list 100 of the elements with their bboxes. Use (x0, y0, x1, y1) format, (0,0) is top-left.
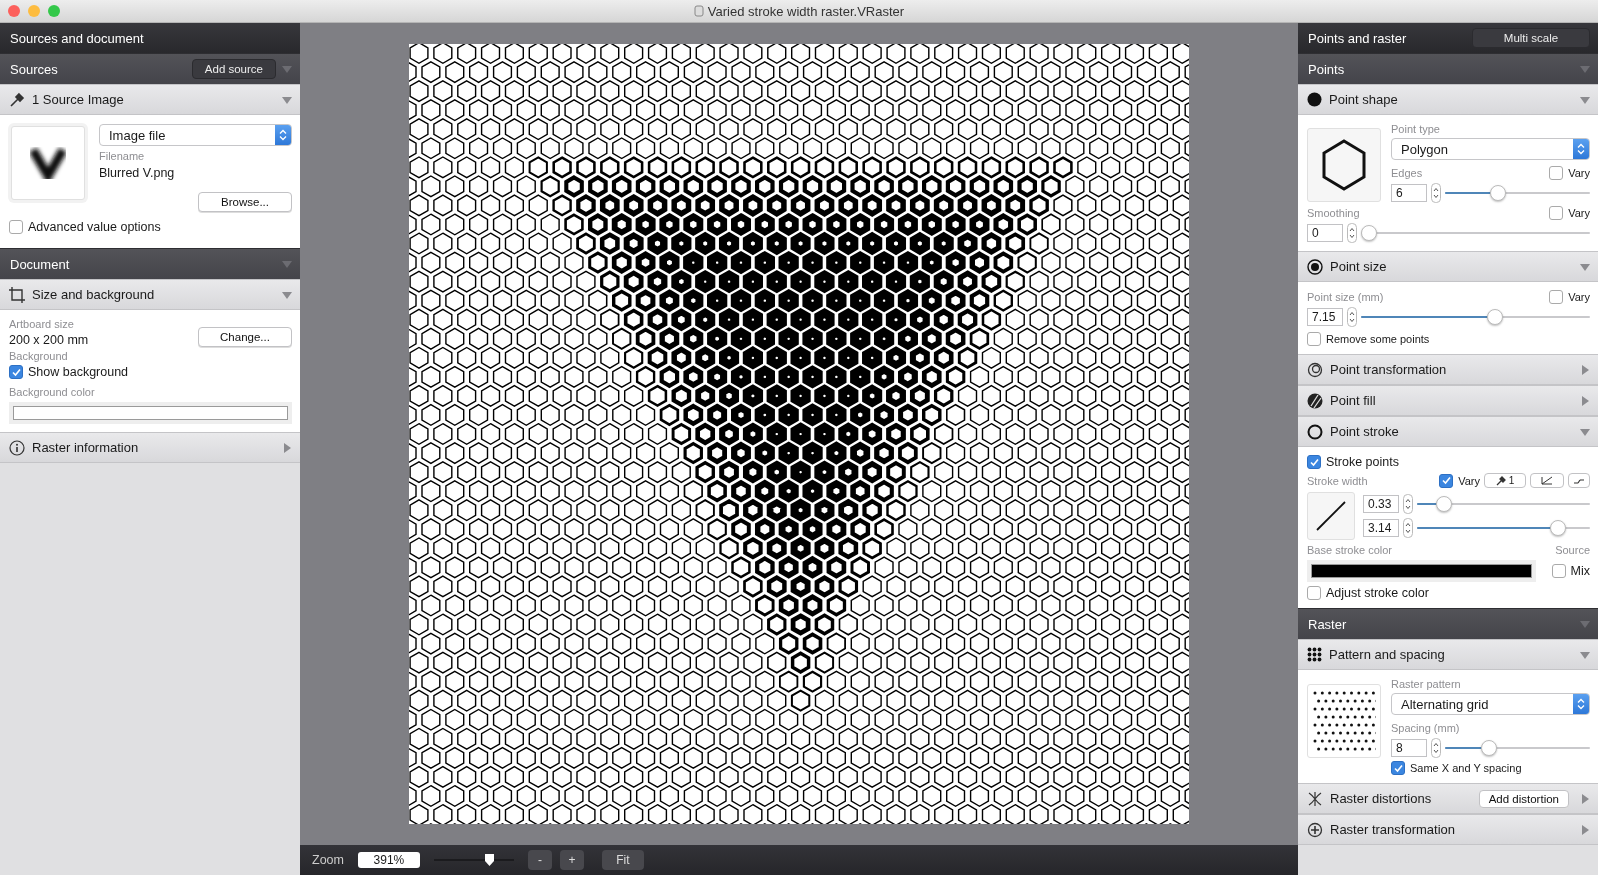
field-label: Background (9, 350, 69, 362)
slider[interactable] (1417, 494, 1590, 514)
slider-thumb[interactable] (1486, 309, 1503, 325)
stepper-icon[interactable] (1431, 738, 1441, 758)
checkbox[interactable] (1307, 455, 1321, 469)
checkbox[interactable] (9, 220, 23, 234)
number-field[interactable]: 8 (1391, 739, 1427, 757)
dropdown[interactable]: Polygon (1391, 138, 1590, 160)
number-field[interactable]: 6 (1391, 184, 1427, 202)
section-title: Point stroke (1330, 424, 1400, 439)
zoom-control-button[interactable]: - (527, 850, 552, 870)
slider[interactable] (1445, 738, 1590, 758)
section-header[interactable]: Raster information (0, 432, 300, 463)
field-label: Stroke width (1307, 474, 1368, 487)
zoom-button[interactable] (48, 5, 60, 17)
disclosure-triangle-icon[interactable] (1580, 426, 1590, 437)
slider[interactable] (1361, 223, 1590, 243)
checkbox[interactable] (1549, 166, 1564, 180)
stepper-icon[interactable] (1347, 223, 1357, 243)
multi-scale-button[interactable]: Multi scale (1472, 28, 1590, 48)
slider-thumb[interactable] (1361, 225, 1377, 241)
diagonal-line-icon (1541, 476, 1553, 485)
section-header[interactable]: Pattern and spacing (1298, 639, 1598, 670)
field-label: Filename (99, 150, 146, 162)
disclosure-triangle-icon[interactable] (1580, 824, 1590, 835)
section-header[interactable]: Point stroke (1298, 416, 1598, 447)
minimize-button[interactable] (28, 5, 40, 17)
section-header[interactable]: Raster transformation (1298, 814, 1598, 845)
checkbox[interactable] (1391, 761, 1405, 775)
dropdown[interactable]: Image file (99, 124, 292, 146)
checkbox[interactable] (9, 365, 23, 379)
section-header[interactable]: Point shape (1298, 84, 1598, 115)
add-distortion-button[interactable]: Add distortion (1478, 789, 1569, 808)
dropdown[interactable]: Alternating grid (1391, 693, 1590, 715)
slider-thumb[interactable] (1481, 740, 1498, 756)
section-title: Point size (1330, 259, 1388, 274)
step-curve-button[interactable] (1568, 473, 1590, 488)
number-field[interactable]: 0 (1307, 224, 1343, 242)
zoom-field[interactable]: 391% (357, 852, 420, 868)
stepper-icon[interactable] (1347, 307, 1357, 327)
filled-circle-icon (1307, 92, 1322, 107)
disclosure-triangle-icon[interactable] (282, 94, 292, 105)
section-header[interactable]: 1 Source Image (0, 84, 300, 115)
checkbox[interactable] (1307, 332, 1321, 346)
section-header[interactable]: Size and background (0, 279, 300, 310)
checkbox-label: Same X and Y spacing (1410, 762, 1522, 774)
group-header[interactable]: Document (0, 248, 300, 279)
disclosure-triangle-icon[interactable] (282, 64, 292, 74)
disclosure-triangle-icon[interactable] (282, 442, 292, 453)
checkbox[interactable] (1549, 290, 1564, 304)
section-header[interactable]: Point fill (1298, 385, 1598, 416)
checkbox[interactable] (1551, 564, 1566, 578)
step-line-icon (1573, 476, 1585, 485)
checkbox[interactable] (1549, 206, 1564, 220)
disclosure-triangle-icon[interactable] (1580, 649, 1590, 660)
number-field[interactable]: 7.15 (1307, 308, 1343, 326)
slider-thumb[interactable] (483, 853, 495, 867)
stepper-icon[interactable] (1403, 494, 1413, 514)
hatched-circle-icon (1307, 392, 1323, 409)
number-field[interactable]: 3.14 (1363, 519, 1399, 537)
slider-thumb[interactable] (1435, 496, 1452, 512)
section-header[interactable]: Point size (1298, 251, 1598, 282)
zoom-control-button[interactable]: Fit (601, 850, 644, 870)
section-header[interactable]: Point transformation (1298, 354, 1598, 385)
move-circle-icon (1307, 821, 1323, 838)
disclosure-triangle-icon[interactable] (282, 289, 292, 300)
field-label: Smoothing (1307, 207, 1360, 219)
disclosure-triangle-icon[interactable] (282, 259, 292, 269)
group-header[interactable]: Sources Add source (0, 53, 300, 84)
stepper-icon[interactable] (1403, 518, 1413, 538)
section-header[interactable]: Raster distortions Add distortion (1298, 783, 1598, 814)
disclosure-triangle-icon[interactable] (1580, 793, 1590, 804)
linear-curve-button[interactable] (1530, 473, 1564, 488)
slider[interactable] (1445, 183, 1590, 203)
checkbox[interactable] (1439, 473, 1454, 488)
checkbox-label: Vary (1568, 291, 1590, 303)
slider-thumb[interactable] (1550, 520, 1567, 536)
checkbox-label: Vary (1568, 167, 1590, 179)
disclosure-triangle-icon[interactable] (1580, 64, 1590, 74)
checkbox[interactable] (1307, 586, 1321, 600)
slider[interactable] (1417, 518, 1590, 538)
disclosure-triangle-icon[interactable] (1580, 261, 1590, 272)
slider-thumb[interactable] (1490, 185, 1507, 201)
disclosure-triangle-icon[interactable] (1580, 364, 1590, 375)
add-source-button[interactable]: Add source (191, 59, 276, 79)
browse-button[interactable]: Browse... (198, 192, 292, 212)
zoom-control-button[interactable]: + (559, 850, 584, 870)
slider[interactable] (1361, 307, 1590, 327)
disclosure-triangle-icon[interactable] (1580, 619, 1590, 629)
source-button[interactable]: 1 (1484, 473, 1526, 488)
field-label: Raster pattern (1391, 678, 1462, 690)
group-header[interactable]: Raster (1298, 608, 1598, 639)
change-button[interactable]: Change... (198, 327, 292, 347)
close-button[interactable] (8, 5, 20, 17)
disclosure-triangle-icon[interactable] (1580, 94, 1590, 105)
number-field[interactable]: 0.33 (1363, 495, 1399, 513)
group-header[interactable]: Points (1298, 53, 1598, 84)
stepper-icon[interactable] (1431, 183, 1441, 203)
disclosure-triangle-icon[interactable] (1580, 395, 1590, 406)
transform-circle-icon (1307, 361, 1323, 378)
